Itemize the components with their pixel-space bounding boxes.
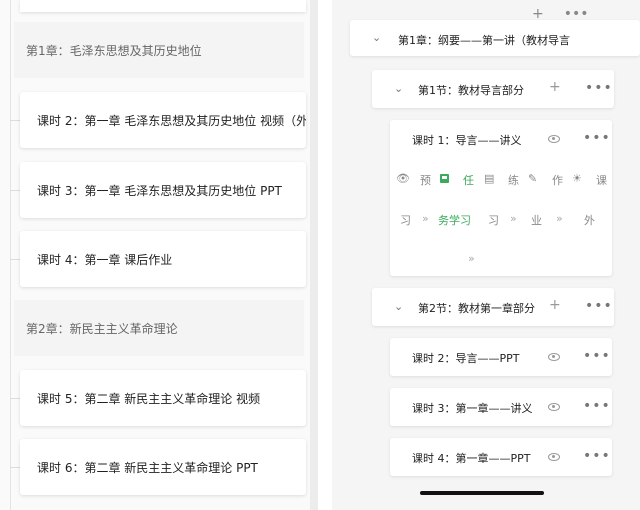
- lesson-title: 课时 1：导言——讲义: [412, 134, 522, 147]
- eye-icon[interactable]: [548, 453, 560, 461]
- pane-edge: [310, 0, 318, 510]
- screen: 第1章：毛泽东思想及其历史地位 课时 2：第一章 毛泽东思想及其历史地位 视频（…: [0, 0, 640, 510]
- lesson-title: 课时 3：第一章 毛泽东思想及其历史地位 PPT: [37, 183, 282, 198]
- connector-tick: [10, 259, 20, 260]
- outline-track: [10, 0, 11, 510]
- connector-tick: [10, 120, 20, 121]
- section-title: 第2节：教材第一章部分: [418, 302, 535, 315]
- connector-tick: [10, 467, 20, 468]
- practice-label-2: 习: [488, 214, 499, 227]
- eye-icon[interactable]: [548, 403, 560, 411]
- lesson-card[interactable]: 课时 4：第一章——PPT •••: [390, 438, 612, 476]
- lesson-title: 课时 3：第一章——讲义: [412, 402, 533, 415]
- extra-label: 课: [596, 174, 607, 187]
- lesson-card[interactable]: 课时 5：第二章 新民主主义革命理论 视频: [20, 370, 306, 426]
- document-icon: ▤: [484, 172, 495, 185]
- more-icon[interactable]: •••: [585, 298, 613, 314]
- chapter-title: 第2章：新民主主义革命理论: [26, 321, 178, 336]
- connector-tick: [10, 190, 20, 191]
- arrow-icon: »: [422, 212, 429, 225]
- arrow-icon: »: [510, 212, 517, 225]
- lesson-title: 课时 4：第一章——PPT: [412, 452, 531, 465]
- chapter-title: 第1章：毛泽东思想及其历史地位: [26, 43, 202, 58]
- add-lesson-icon[interactable]: +: [549, 297, 561, 313]
- chevron-down-icon[interactable]: ⌄: [372, 31, 381, 44]
- practice-label: 练: [508, 174, 519, 187]
- chapter-card[interactable]: ⌄ 第1章：纲要——第一讲（教材导言: [350, 20, 640, 56]
- section-title: 第1节：教材导言部分: [418, 84, 524, 97]
- eye-icon[interactable]: [548, 135, 560, 143]
- more-icon[interactable]: •••: [583, 348, 611, 364]
- chapter-title: 第1章：纲要——第一讲（教材导言: [398, 34, 570, 47]
- more-icon[interactable]: •••: [583, 398, 611, 414]
- chevron-down-icon[interactable]: ⌄: [394, 300, 403, 313]
- lesson-title: 课时 4：第一章 课后作业: [37, 252, 173, 267]
- chapter-row[interactable]: 第2章：新民主主义革命理论: [14, 300, 304, 356]
- lesson-card[interactable]: 课时 2：第一章 毛泽东思想及其历史地位 视频（外链智慧树）: [20, 92, 306, 148]
- section-card[interactable]: ⌄ 第1节：教材导言部分 + •••: [372, 70, 614, 108]
- sun-icon: ☀: [572, 172, 582, 185]
- more-icon[interactable]: •••: [585, 80, 613, 96]
- homework-label: 作: [552, 174, 563, 187]
- chevron-down-icon[interactable]: ⌄: [394, 82, 403, 95]
- chapter-row[interactable]: 第1章：毛泽东思想及其历史地位: [14, 22, 304, 78]
- lesson-title: 课时 5：第二章 新民主主义革命理论 视频: [37, 391, 261, 406]
- arrow-icon: »: [556, 212, 563, 225]
- task-label: 任: [463, 174, 474, 187]
- preview-label: 预: [420, 174, 431, 187]
- arrow-icon: »: [468, 252, 475, 265]
- lesson-card[interactable]: 课时 4：第一章 课后作业: [20, 231, 306, 287]
- pane-divider: [318, 0, 332, 510]
- course-outline-list: 第1章：毛泽东思想及其历史地位 课时 2：第一章 毛泽东思想及其历史地位 视频（…: [0, 0, 318, 510]
- eye-icon[interactable]: [548, 353, 560, 361]
- section-card[interactable]: ⌄ 第2节：教材第一章部分 + •••: [372, 288, 614, 326]
- lesson-title: 课时 2：导言——PPT: [412, 352, 520, 365]
- connector-tick: [10, 398, 20, 399]
- lesson-card[interactable]: 课时 3：第一章——讲义 •••: [390, 388, 612, 426]
- home-indicator[interactable]: [420, 491, 544, 495]
- more-icon[interactable]: •••: [583, 448, 611, 464]
- add-lesson-icon[interactable]: +: [549, 79, 561, 95]
- pencil-icon: ✎: [528, 172, 538, 185]
- lesson-card[interactable]: 课时 2：导言——PPT •••: [390, 338, 612, 376]
- lesson-card-partial: [20, 0, 306, 12]
- task-study-label: 务学习: [438, 214, 471, 227]
- lesson-card-expanded[interactable]: 课时 1：导言——讲义 ••• 👁 预 任 ▤ 练 ✎ 作 ☀ 课 习 » 务学…: [390, 120, 612, 276]
- lesson-title: 课时 6：第二章 新民主主义革命理论 PPT: [37, 460, 258, 475]
- eye-icon: 👁: [396, 172, 410, 185]
- lesson-card[interactable]: 课时 6：第二章 新民主主义革命理论 PPT: [20, 439, 306, 495]
- more-icon[interactable]: •••: [583, 130, 611, 146]
- task-icon: [440, 174, 449, 183]
- homework-label-2: 业: [531, 214, 542, 227]
- lesson-card[interactable]: 课时 3：第一章 毛泽东思想及其历史地位 PPT: [20, 162, 306, 218]
- extra-label-2: 外: [584, 214, 595, 227]
- preview-label-2: 习: [400, 214, 411, 227]
- course-editor-pane: + ••• ⌄ 第1章：纲要——第一讲（教材导言 ⌄ 第1节：教材导言部分 + …: [332, 0, 640, 510]
- lesson-title: 课时 2：第一章 毛泽东思想及其历史地位 视频（外链智慧树）: [37, 113, 306, 128]
